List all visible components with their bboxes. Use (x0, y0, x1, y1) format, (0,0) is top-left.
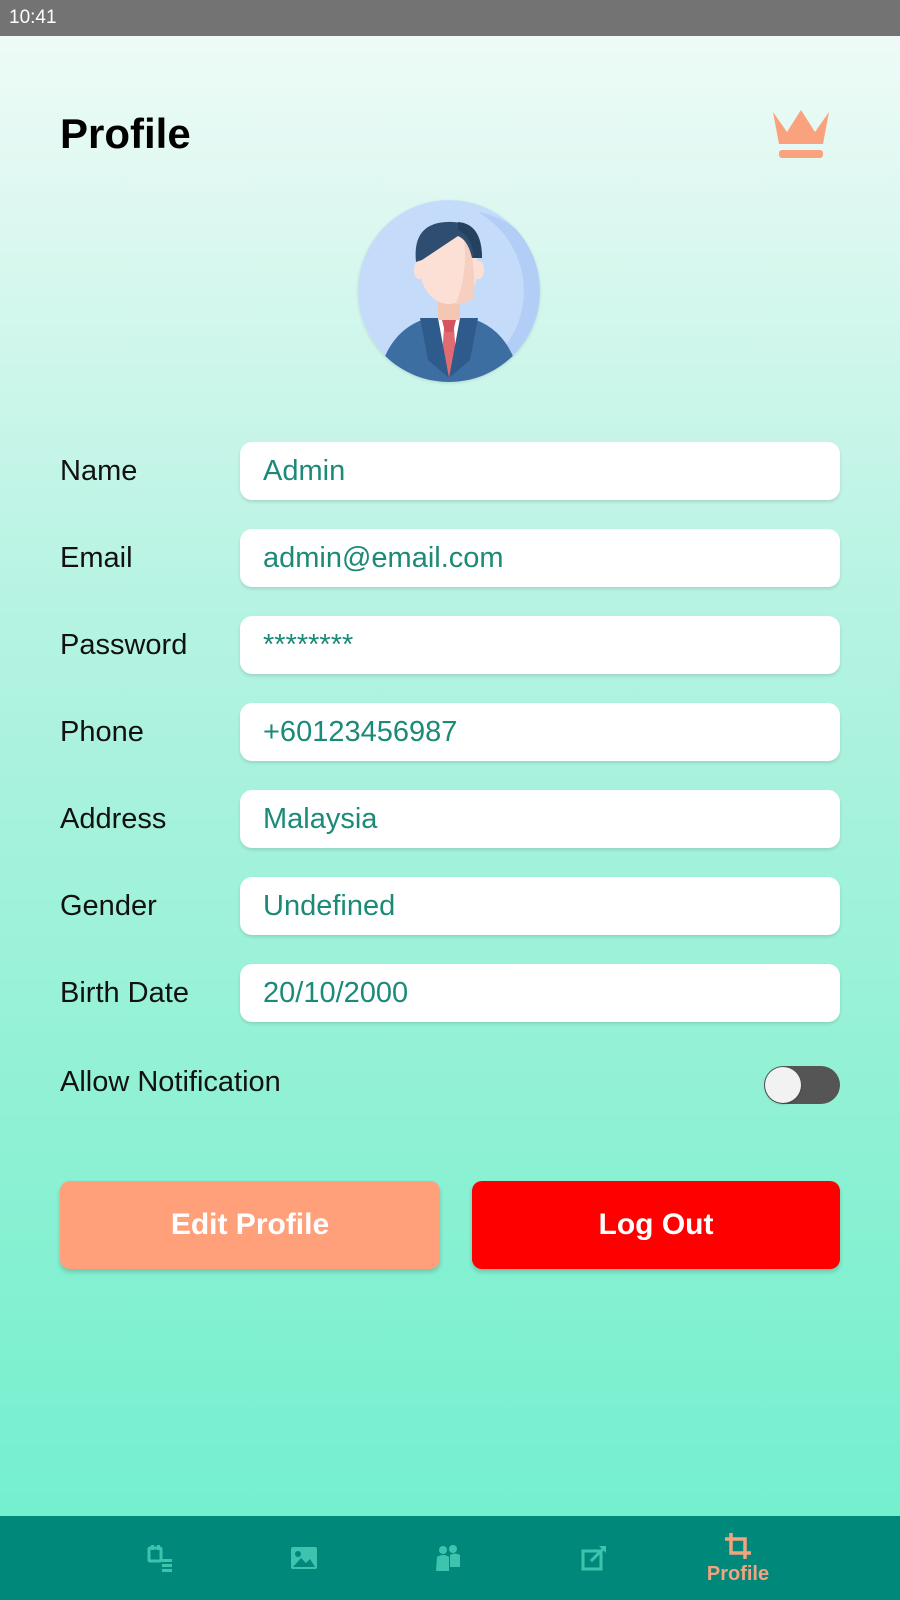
form-row-address: Address Malaysia (60, 790, 840, 848)
form-row-birth-date: Birth Date 20/10/2000 (60, 964, 840, 1022)
name-field[interactable]: Admin (240, 442, 840, 500)
status-time: 10:41 (9, 7, 57, 28)
nav-profile-label: Profile (706, 1562, 770, 1585)
birth-date-label: Birth Date (60, 977, 189, 1009)
edit-profile-button[interactable]: Edit Profile (60, 1181, 440, 1269)
address-label: Address (60, 803, 167, 835)
nav-item-schedule[interactable] (110, 1516, 210, 1600)
status-bar: 10:41 (0, 0, 900, 36)
form-row-password: Password ******** (60, 616, 840, 674)
nav-item-edit[interactable] (544, 1516, 644, 1600)
form-row-name: Name Admin (60, 442, 840, 500)
form-row-gender: Gender Undefined (60, 877, 840, 935)
gender-field[interactable]: Undefined (240, 877, 840, 935)
nav-item-gallery[interactable] (254, 1516, 354, 1600)
crop-icon (725, 1532, 751, 1559)
image-icon (291, 1547, 317, 1569)
people-icon (436, 1545, 460, 1571)
page-title: Profile (60, 110, 191, 157)
phone-field[interactable]: +60123456987 (240, 703, 840, 761)
form-row-phone: Phone +60123456987 (60, 703, 840, 761)
email-field[interactable]: admin@email.com (240, 529, 840, 587)
log-out-button[interactable]: Log Out (472, 1181, 840, 1269)
allow-notification-label: Allow Notification (60, 1066, 281, 1098)
name-label: Name (60, 455, 138, 487)
log-out-label: Log Out (598, 1208, 714, 1241)
nav-item-people[interactable] (398, 1516, 498, 1600)
phone-label: Phone (60, 716, 144, 748)
password-label: Password (60, 629, 188, 661)
nav-item-profile[interactable]: Profile (688, 1516, 788, 1600)
birth-date-field[interactable]: 20/10/2000 (240, 964, 840, 1022)
bottom-navigation: Profile (0, 1516, 900, 1600)
edit-icon (581, 1545, 607, 1571)
address-field[interactable]: Malaysia (240, 790, 840, 848)
businessman-avatar-icon (358, 200, 540, 382)
gender-label: Gender (60, 890, 157, 922)
notification-toggle[interactable] (764, 1066, 840, 1104)
email-label: Email (60, 542, 133, 574)
form-row-email: Email admin@email.com (60, 529, 840, 587)
crown-icon[interactable] (770, 106, 832, 160)
edit-profile-label: Edit Profile (170, 1208, 330, 1241)
avatar (358, 200, 540, 382)
password-field[interactable]: ******** (240, 616, 840, 674)
toggle-knob (765, 1067, 801, 1103)
schedule-list-icon (147, 1545, 172, 1572)
